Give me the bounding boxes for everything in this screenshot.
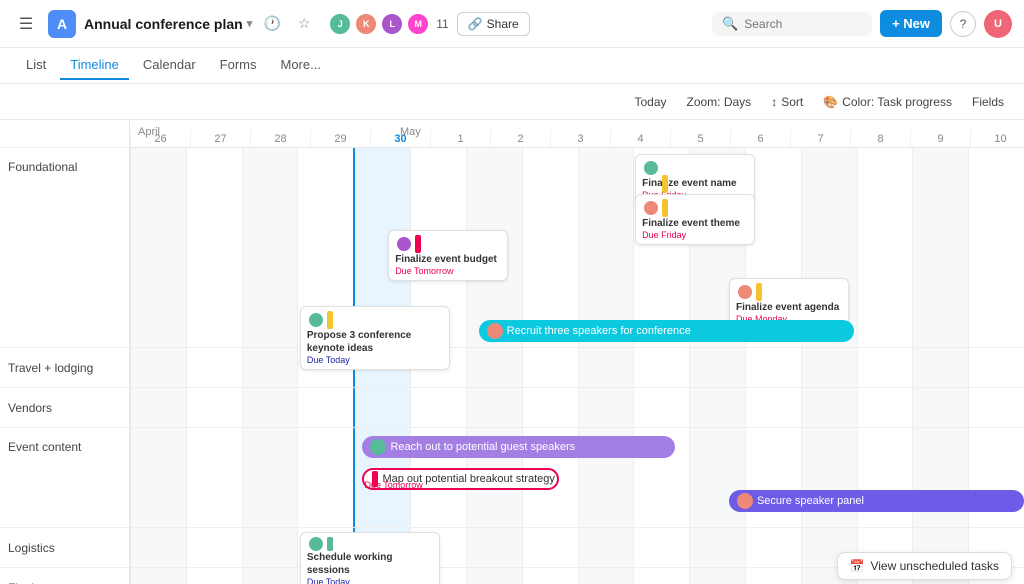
sidebar-item-foundational: Foundational — [0, 148, 129, 348]
user-avatar[interactable]: U — [984, 10, 1012, 38]
unscheduled-banner[interactable]: 📅 View unscheduled tasks — [837, 552, 1012, 580]
color-icon: 🎨 — [823, 95, 838, 109]
day-3: 3 — [550, 130, 610, 147]
menu-icon[interactable]: ☰ — [12, 10, 40, 38]
day-28: 28 — [250, 130, 310, 147]
avatar: L — [380, 12, 404, 36]
search-icon: 🔍 — [722, 16, 738, 32]
avatar-count: 11 — [436, 17, 448, 31]
task-finalize-event-theme[interactable]: Finalize event theme Due Friday — [635, 194, 755, 245]
color-button[interactable]: 🎨 Color: Task progress — [815, 91, 960, 113]
calendar-icon: 📅 — [850, 559, 865, 573]
sidebar-item-event-content: Event content — [0, 428, 129, 528]
tab-list[interactable]: List — [16, 51, 56, 80]
topbar: ☰ A Annual conference plan ▾ 🕐 ☆ J K L M… — [0, 0, 1024, 48]
nav-tabs: List Timeline Calendar Forms More... — [0, 48, 1024, 84]
toolbar: Today Zoom: Days ↕ Sort 🎨 Color: Task pr… — [0, 84, 1024, 120]
tab-forms[interactable]: Forms — [210, 51, 267, 80]
new-button[interactable]: + New — [880, 10, 942, 37]
day-2: 2 — [490, 130, 550, 147]
app-icon: A — [48, 10, 76, 38]
sort-icon: ↕ — [771, 95, 777, 109]
fields-button[interactable]: Fields — [964, 91, 1012, 113]
april-label: April — [138, 126, 160, 138]
sidebar-item-travel: Travel + lodging — [0, 348, 129, 388]
help-button[interactable]: ? — [950, 11, 976, 37]
task-secure-speaker-panel[interactable]: Secure speaker panel — [729, 490, 1024, 512]
title-chevron-icon: ▾ — [247, 17, 253, 30]
search-box[interactable]: 🔍 — [712, 12, 872, 36]
day-8: 8 — [850, 130, 910, 147]
task-finalize-event-budget[interactable]: Finalize event budget Due Tomorrow — [388, 230, 508, 281]
avatar-group: J K L M 11 — [328, 12, 448, 36]
timeline-area: April May 26 27 28 29 30 1 2 3 4 5 6 7 8… — [130, 120, 1024, 584]
today-button[interactable]: Today — [626, 91, 674, 113]
tab-calendar[interactable]: Calendar — [133, 51, 206, 80]
tab-more[interactable]: More... — [271, 51, 331, 80]
day-1: 1 — [430, 130, 490, 147]
tab-timeline[interactable]: Timeline — [60, 51, 129, 80]
day-4: 4 — [610, 130, 670, 147]
search-input[interactable] — [744, 17, 862, 31]
avatar: K — [354, 12, 378, 36]
task-reach-out-speakers[interactable]: Reach out to potential guest speakers — [362, 436, 675, 458]
day-9: 9 — [910, 130, 970, 147]
day-10: 10 — [970, 130, 1024, 147]
day-29: 29 — [310, 130, 370, 147]
day-6: 6 — [730, 130, 790, 147]
map-out-due: Due Tomorrow — [364, 480, 422, 490]
project-title: Annual conference plan ▾ — [84, 16, 252, 32]
task-recruit-speakers[interactable]: Recruit three speakers for conference — [479, 320, 854, 342]
sidebar-item-final-prep: Final prep — [0, 568, 129, 584]
sidebar-item-logistics: Logistics — [0, 528, 129, 568]
share-icon: 🔗 — [468, 17, 483, 31]
day-27: 27 — [190, 130, 250, 147]
toolbar-right: Today Zoom: Days ↕ Sort 🎨 Color: Task pr… — [626, 91, 1012, 113]
avatar: J — [328, 12, 352, 36]
day-5: 5 — [670, 130, 730, 147]
date-header: April May 26 27 28 29 30 1 2 3 4 5 6 7 8… — [130, 120, 1024, 148]
avatar: M — [406, 12, 430, 36]
clock-icon[interactable]: 🕐 — [260, 12, 284, 36]
sidebar-item-vendors: Vendors — [0, 388, 129, 428]
sort-button[interactable]: ↕ Sort — [763, 91, 811, 113]
star-icon[interactable]: ☆ — [292, 12, 316, 36]
may-label: May — [400, 126, 421, 138]
main-area: Foundational Travel + lodging Vendors Ev… — [0, 120, 1024, 584]
zoom-button[interactable]: Zoom: Days — [679, 91, 760, 113]
share-button[interactable]: 🔗 Share — [457, 12, 530, 36]
sidebar: Foundational Travel + lodging Vendors Ev… — [0, 120, 130, 584]
day-7: 7 — [790, 130, 850, 147]
